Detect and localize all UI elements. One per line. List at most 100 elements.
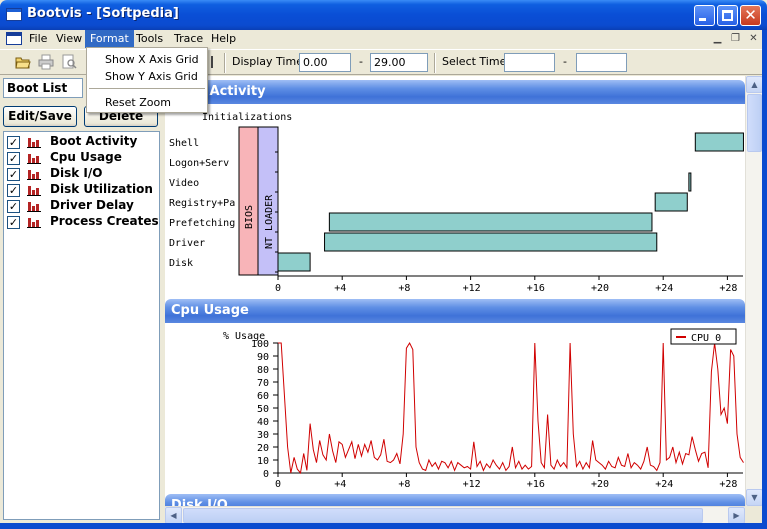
vertical-scrollbar[interactable]: ▲ ▼ — [745, 76, 763, 506]
menu-help[interactable]: Help — [206, 30, 241, 48]
checkbox-checked-icon[interactable]: ✓ — [7, 216, 20, 229]
display-time-start-field[interactable]: 0.00 — [299, 53, 351, 72]
chart-area: Boot Activity Initializations BIOS NT LOAD… — [165, 76, 745, 506]
x-tick-label: +24 — [655, 283, 673, 294]
bar-chart-icon — [27, 184, 41, 196]
edit-save-button[interactable]: Edit/Save — [3, 106, 77, 127]
y-tick-label: 70 — [257, 378, 269, 389]
bios-label: BIOS — [244, 205, 255, 229]
graph-list-item[interactable]: ✓ Disk Utilization — [7, 182, 157, 198]
menu-show-y-axis-grid[interactable]: Show Y Axis Grid — [87, 68, 207, 85]
menu-separator — [89, 88, 205, 89]
scroll-left-icon[interactable]: ◀ — [165, 507, 182, 524]
checkbox-checked-icon[interactable]: ✓ — [7, 136, 20, 149]
row-label: Registry+Pa — [169, 198, 235, 209]
vertical-scroll-thumb[interactable] — [747, 94, 762, 152]
row-label: Logon+Serv — [169, 158, 229, 169]
display-time-dash: - — [359, 55, 363, 68]
y-tick-label: 100 — [251, 339, 269, 350]
window-title: Bootvis - [Softpedia] — [27, 6, 179, 21]
row-label: Driver — [169, 238, 205, 249]
close-icon: ✕ — [744, 6, 757, 24]
select-time-label: Select Time — [442, 55, 507, 68]
title-bar[interactable]: Bootvis - [Softpedia] ✕ — [0, 0, 767, 30]
y-tick-label: 10 — [257, 456, 269, 467]
boot-list-select[interactable]: Boot List — [3, 78, 83, 98]
bios-block — [238, 126, 259, 276]
checkbox-checked-icon[interactable]: ✓ — [7, 152, 20, 165]
select-time-start-field[interactable] — [504, 53, 555, 72]
horizontal-scrollbar[interactable]: ◀ ▶ — [165, 506, 745, 524]
cpu-series-line — [278, 341, 744, 475]
x-tick-label: +4 — [334, 283, 346, 294]
menu-show-x-axis-grid[interactable]: Show X Axis Grid — [87, 51, 207, 68]
x-tick-label: 0 — [275, 479, 281, 490]
menu-tools[interactable]: Tools — [131, 30, 168, 48]
close-button[interactable]: ✕ — [740, 5, 761, 26]
graph-list-label: Disk I/O — [50, 166, 103, 180]
print-preview-icon[interactable] — [61, 54, 77, 70]
x-tick-label: +16 — [527, 283, 545, 294]
checkbox-checked-icon[interactable]: ✓ — [7, 184, 20, 197]
boot-activity-chart[interactable]: Initializations BIOS NT LOADER Shell Logon+S… — [165, 104, 745, 296]
size-grip[interactable] — [745, 506, 762, 523]
checkbox-checked-icon[interactable]: ✓ — [7, 168, 20, 181]
legend-label: CPU 0 — [691, 333, 721, 344]
checkbox-checked-icon[interactable]: ✓ — [7, 200, 20, 213]
graph-list-item[interactable]: ✓ Disk I/O — [7, 166, 157, 182]
scroll-down-icon[interactable]: ▼ — [746, 489, 763, 506]
left-panel: Boot List Edit/Save Delete ✓ Boot Activi… — [0, 76, 163, 529]
graph-list-item[interactable]: ✓ Driver Delay — [7, 198, 157, 214]
document-icon[interactable] — [6, 32, 22, 45]
menu-trace[interactable]: Trace — [169, 30, 208, 48]
boot-activity-bar — [324, 232, 658, 252]
boot-activity-bar — [277, 252, 311, 272]
y-tick-label: 50 — [257, 404, 269, 415]
mdi-restore-icon[interactable]: ❐ — [728, 32, 743, 46]
row-label: Video — [169, 178, 199, 189]
y-tick-label: 60 — [257, 391, 269, 402]
cpu-usage-header[interactable]: Cpu Usage — [165, 299, 745, 323]
boot-activity-bar — [694, 132, 744, 152]
menu-file[interactable]: File — [24, 30, 52, 48]
graph-list-item[interactable]: ✓ Boot Activity — [7, 134, 157, 150]
minimize-button[interactable] — [694, 5, 715, 26]
y-tick-label: 0 — [263, 469, 269, 480]
graph-list: ✓ Boot Activity ✓ Cpu Usage ✓ Disk I/O ✓… — [3, 131, 160, 520]
cpu-usage-chart[interactable]: % Usage10090807060504030201000 +4 +8 +12 +16… — [165, 323, 745, 491]
app-icon — [6, 8, 22, 21]
print-icon[interactable] — [38, 54, 54, 70]
boot-activity-bar — [654, 192, 688, 212]
scroll-up-icon[interactable]: ▲ — [746, 76, 763, 93]
scroll-right-icon[interactable]: ▶ — [728, 507, 745, 524]
row-label: Disk — [169, 258, 193, 269]
format-dropdown-menu: Show X Axis Grid Show Y Axis Grid Reset … — [86, 47, 208, 113]
bar-chart-icon — [27, 200, 41, 212]
graph-list-item[interactable]: ✓ Process Creates — [7, 214, 159, 230]
mdi-close-icon[interactable]: ✕ — [746, 32, 761, 46]
select-time-dash: - — [563, 55, 567, 68]
maximize-icon — [722, 10, 733, 21]
x-tick-label: +16 — [527, 479, 545, 490]
y-tick-label: 90 — [257, 352, 269, 363]
select-time-end-field[interactable] — [576, 53, 627, 72]
horizontal-scroll-thumb[interactable] — [183, 508, 703, 523]
bar-chart-icon — [27, 152, 41, 164]
y-tick-label: 20 — [257, 443, 269, 454]
graph-list-item[interactable]: ✓ Cpu Usage — [7, 150, 157, 166]
mdi-minimize-icon[interactable]: ▁ — [710, 32, 725, 46]
minimize-icon — [699, 18, 706, 21]
x-tick-label: +28 — [719, 283, 737, 294]
menu-reset-zoom[interactable]: Reset Zoom — [87, 94, 207, 111]
menu-format[interactable]: Format — [85, 30, 134, 48]
menu-view[interactable]: View — [51, 30, 87, 48]
maximize-button[interactable] — [717, 5, 738, 26]
open-folder-icon[interactable] — [15, 54, 31, 70]
row-label: Prefetching — [169, 218, 235, 229]
display-time-end-field[interactable]: 29.00 — [370, 53, 428, 72]
boot-activity-header[interactable]: Boot Activity — [165, 80, 745, 104]
disk-io-header[interactable]: Disk I/O — [165, 494, 745, 506]
y-tick-label: 40 — [257, 417, 269, 428]
nt-loader-label: NT LOADER — [264, 194, 275, 249]
x-tick-label: +20 — [591, 283, 609, 294]
